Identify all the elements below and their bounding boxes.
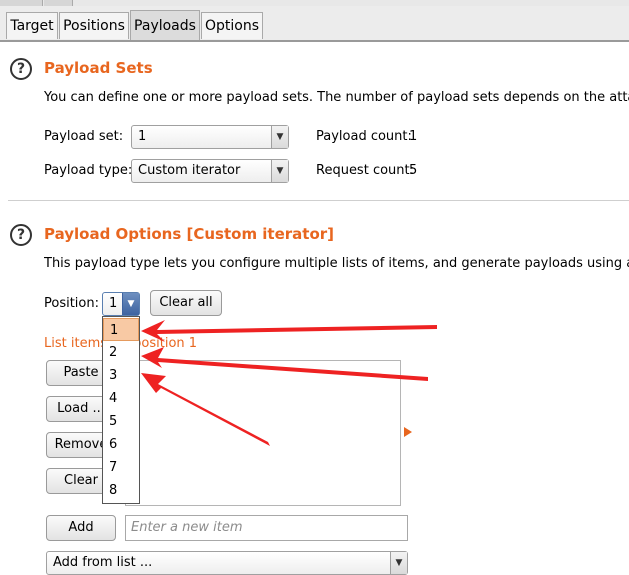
annotation-arrows [141,320,437,446]
red-arrow-icon [141,347,428,381]
red-arrow-icon [141,320,437,342]
red-arrow-icon [141,373,270,446]
